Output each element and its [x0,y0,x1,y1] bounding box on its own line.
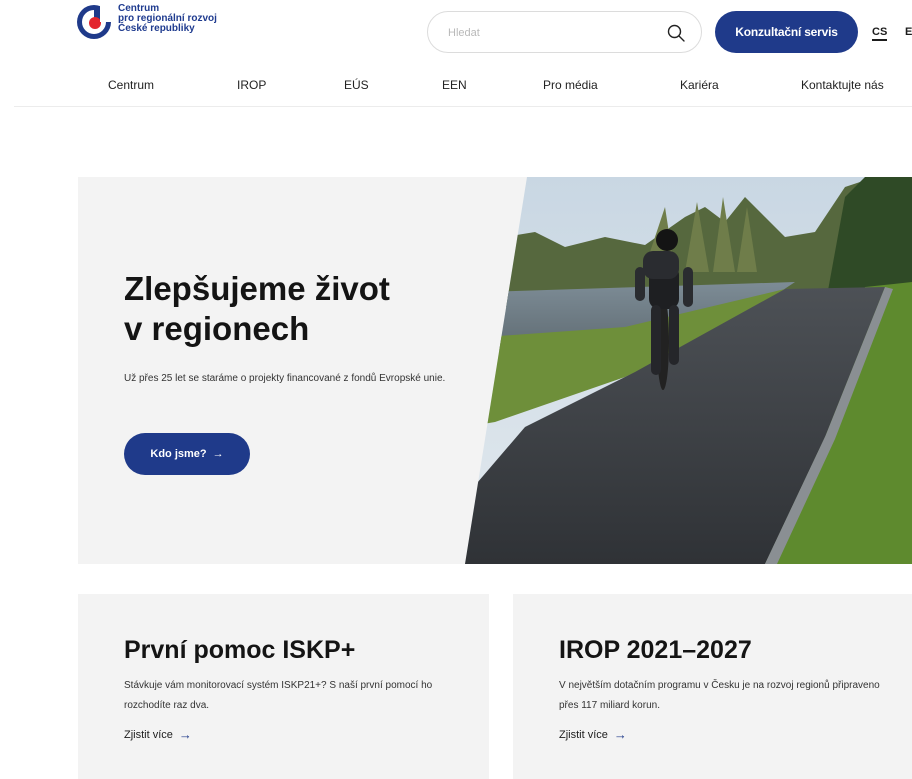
who-we-are-label: Kdo jsme? [150,448,207,460]
site-header: Centrum pro regionální rozvoj České repu… [0,0,912,107]
main-nav: Centrum IROP EÚS EEN Pro média Kariéra K… [0,78,912,92]
nav-item-centrum[interactable]: Centrum [108,78,154,92]
lang-cs-link[interactable]: CS [872,26,888,41]
hero-title: Zlepšujeme život v regionech [124,269,484,349]
arrow-right-icon: → [212,448,224,460]
header-divider [14,106,912,107]
hero-title-line-2: v regionech [124,310,310,347]
card-text: Stávkuje vám monitorovací systém ISKP21+… [124,680,433,711]
hero-title-line-1: Zlepšujeme život [124,270,390,307]
nav-item-kontakt[interactable]: Kontaktujte nás [801,78,884,92]
consult-service-button[interactable]: Konzultační servis [715,11,858,53]
hero-description: Už přes 25 let se staráme o projekty fin… [124,373,446,384]
who-we-are-button[interactable]: Kdo jsme? → [124,433,250,475]
logo-line-3: České republiky [118,23,195,34]
card-iskp: První pomoc ISKP+ Stávkuje vám monitorov… [78,594,489,779]
learn-more-link[interactable]: Zjistit více → [124,727,192,742]
card-title: První pomoc ISKP+ [124,636,356,664]
nav-item-kariera[interactable]: Kariéra [680,78,719,92]
lang-en-link[interactable]: E [905,26,912,38]
search-box [427,11,702,53]
arrow-right-icon: → [613,727,627,742]
logo-text: Centrum pro regionální rozvoj České repu… [118,4,217,34]
card-title: IROP 2021–2027 [559,636,752,664]
nav-item-eus[interactable]: EÚS [344,78,369,92]
card-text: V největším dotačním programu v Česku je… [559,680,880,711]
hero-banner: Zlepšujeme život v regionech Už přes 25 … [78,177,912,564]
hero-photo-cyclist [465,177,912,564]
card-irop: IROP 2021–2027 V největším dotačním prog… [513,594,912,779]
learn-more-label: Zjistit více [124,728,173,741]
learn-more-link[interactable]: Zjistit více → [559,727,627,742]
search-icon[interactable] [666,23,686,43]
nav-item-een[interactable]: EEN [442,78,467,92]
logo[interactable]: Centrum pro regionální rozvoj České repu… [76,4,217,40]
search-input[interactable] [446,23,650,43]
learn-more-label: Zjistit více [559,728,608,741]
arrow-right-icon: → [178,727,192,742]
nav-item-pro-media[interactable]: Pro média [543,78,598,92]
logo-mark-icon [76,4,112,40]
nav-item-irop[interactable]: IROP [237,78,266,92]
